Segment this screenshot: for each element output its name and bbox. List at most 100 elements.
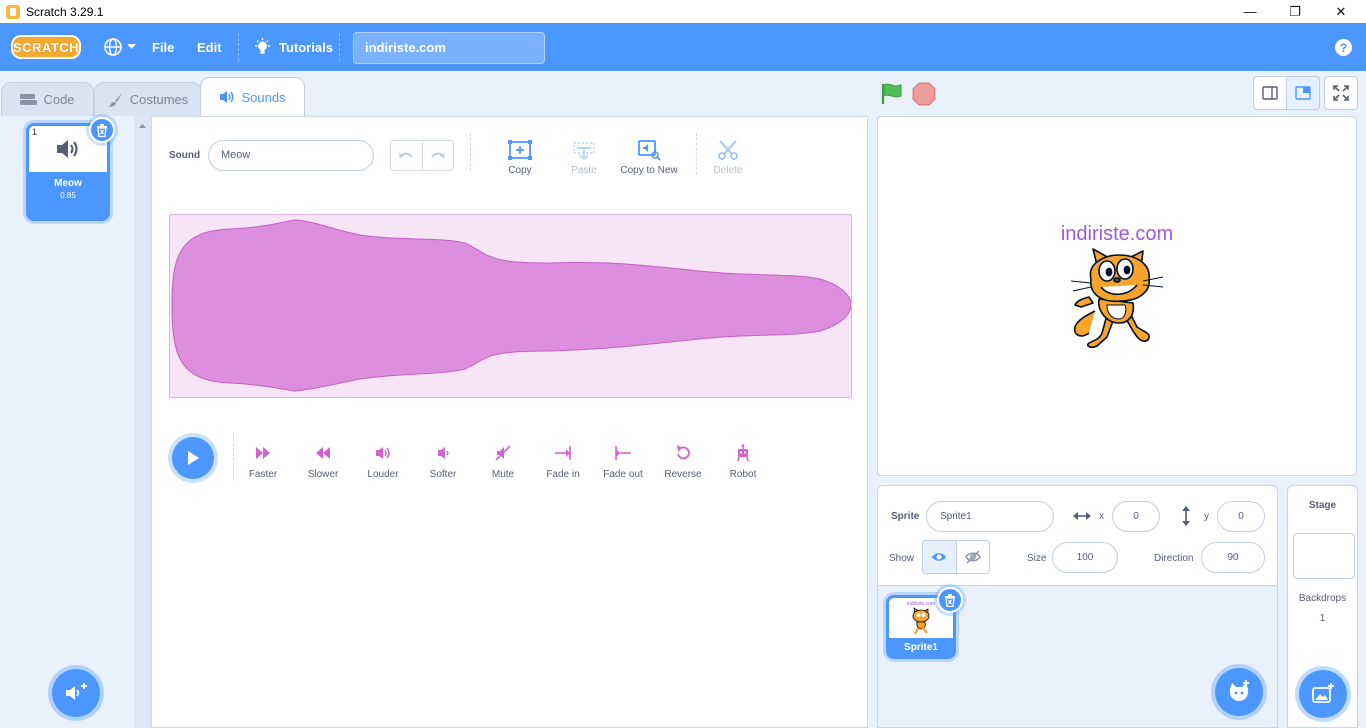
- normal-stage-button[interactable]: [1286, 76, 1320, 110]
- copy-button[interactable]: Copy: [490, 135, 550, 176]
- effect-label: Fade in: [546, 469, 580, 480]
- effect-robot-button[interactable]: Robot: [713, 442, 773, 480]
- sprite-name: Sprite1: [904, 642, 938, 653]
- effect-reverse-button[interactable]: Reverse: [653, 442, 713, 480]
- small-stage-icon: [1262, 86, 1278, 100]
- normal-stage-icon: [1295, 86, 1311, 100]
- fullscreen-icon: [1333, 85, 1349, 101]
- minimize-button[interactable]: —: [1227, 0, 1273, 23]
- tutorials-menu[interactable]: Tutorials: [254, 23, 333, 71]
- effect-mute-button[interactable]: Mute: [473, 442, 533, 480]
- file-menu[interactable]: File: [152, 23, 174, 71]
- trash-icon: [97, 123, 107, 137]
- copy-label: Copy: [508, 165, 532, 176]
- effect-softer-button[interactable]: Softer: [413, 442, 473, 480]
- effect-label: Faster: [248, 469, 278, 480]
- tab-costumes-label: Costumes: [129, 92, 189, 107]
- scratch-cat-sprite[interactable]: [1067, 245, 1167, 349]
- copy-to-new-button[interactable]: Copy to New: [618, 135, 680, 176]
- effect-label: Louder: [367, 469, 399, 480]
- add-sound-button[interactable]: [52, 669, 100, 717]
- language-menu[interactable]: [103, 23, 136, 71]
- redo-button[interactable]: [423, 141, 454, 170]
- choose-backdrop-button[interactable]: [1299, 670, 1347, 718]
- scratch-app-icon: [6, 4, 20, 19]
- effect-label: Robot: [729, 469, 757, 480]
- size-label: Size: [1027, 553, 1047, 564]
- tab-sounds[interactable]: Sounds: [200, 77, 305, 116]
- help-icon[interactable]: ?: [1335, 39, 1352, 56]
- fade-in-icon: [555, 446, 571, 460]
- sound-list-scrollbar[interactable]: [134, 116, 151, 728]
- effect-faster-button[interactable]: Faster: [233, 442, 293, 480]
- stage-target-pane[interactable]: Stage Backdrops 1: [1287, 485, 1358, 728]
- tab-costumes[interactable]: Costumes: [94, 82, 202, 116]
- sound-editor: Sound Meow Copy Paste Copy to New Delete…: [151, 116, 868, 728]
- trash-icon: [945, 593, 955, 607]
- sound-name: Meow: [54, 178, 82, 189]
- copy-to-new-label: Copy to New: [620, 165, 678, 176]
- stage-thumbnail[interactable]: [1293, 533, 1355, 579]
- menu-bar: SCRATCH File Edit Tutorials indiriste.co…: [0, 23, 1366, 71]
- stop-icon[interactable]: [912, 82, 936, 106]
- window-title: Scratch 3.29.1: [26, 4, 104, 19]
- paste-button[interactable]: Paste: [554, 135, 614, 176]
- tab-code[interactable]: Code: [1, 82, 94, 116]
- size-input[interactable]: 100: [1052, 542, 1118, 573]
- hide-button[interactable]: [957, 541, 990, 573]
- project-title-input[interactable]: indiriste.com: [353, 32, 545, 64]
- sound-duration: 0.85: [60, 191, 76, 200]
- toolbar-divider: [470, 133, 471, 171]
- play-sound-button[interactable]: [172, 437, 214, 479]
- paste-label: Paste: [571, 165, 597, 176]
- faster-icon: [256, 447, 270, 459]
- effect-slower-button[interactable]: Slower: [293, 442, 353, 480]
- close-window-button[interactable]: ✕: [1318, 0, 1364, 23]
- edit-menu[interactable]: Edit: [197, 23, 222, 71]
- scratch-logo[interactable]: SCRATCH: [11, 35, 81, 59]
- add-backdrop-icon: [1312, 683, 1334, 703]
- redo-icon: [430, 152, 445, 158]
- undo-icon: [399, 152, 414, 158]
- effect-fade-out-button[interactable]: Fade out: [593, 442, 653, 480]
- backdrops-count: 1: [1319, 613, 1326, 624]
- direction-input[interactable]: 90: [1201, 542, 1265, 573]
- effect-louder-button[interactable]: Louder: [353, 442, 413, 480]
- x-input[interactable]: 0: [1112, 501, 1160, 532]
- add-sound-icon: [66, 683, 87, 700]
- green-flag-icon[interactable]: [879, 81, 905, 107]
- paste-icon: [573, 142, 595, 161]
- sprite-info-panel: Sprite Sprite1 x 0 y 0 Show Size 100 Dir…: [877, 485, 1278, 586]
- sound-list-pane: 1 Meow 0.85: [0, 116, 151, 728]
- scroll-up-arrow-icon[interactable]: [134, 120, 151, 132]
- show-button[interactable]: [923, 541, 957, 573]
- effect-fade-in-button[interactable]: Fade in: [533, 442, 593, 480]
- fade-out-icon: [615, 446, 631, 460]
- sprite-name-input[interactable]: Sprite1: [926, 501, 1054, 532]
- fullscreen-button[interactable]: [1324, 76, 1358, 110]
- effect-label: Fade out: [603, 469, 643, 480]
- copy-icon: [508, 140, 532, 160]
- choose-sprite-button[interactable]: [1215, 668, 1263, 716]
- delete-sprite-button[interactable]: [937, 587, 963, 613]
- waveform-area[interactable]: [169, 214, 852, 398]
- sound-index: 1: [32, 127, 38, 137]
- tutorials-label: Tutorials: [279, 39, 333, 55]
- undo-button[interactable]: [391, 141, 423, 170]
- globe-icon: [104, 38, 122, 56]
- small-stage-button[interactable]: [1253, 76, 1287, 110]
- sprite-thumb-cat-icon: [912, 607, 930, 635]
- sprite-name-label: Sprite: [891, 511, 920, 522]
- delete-button[interactable]: Delete: [698, 135, 758, 176]
- waveform: [171, 219, 852, 392]
- x-label: x: [1099, 511, 1104, 522]
- restore-button[interactable]: ❐: [1272, 0, 1318, 23]
- direction-label: Direction: [1154, 553, 1194, 564]
- stage[interactable]: indiriste.com: [877, 116, 1357, 476]
- reverse-icon: [677, 445, 690, 460]
- window-title-bar: Scratch 3.29.1 — ❐ ✕: [0, 0, 1366, 23]
- delete-sound-button[interactable]: [89, 117, 115, 143]
- sprite-list-pane: indiriste.com Sprite1: [877, 586, 1278, 728]
- y-input[interactable]: 0: [1217, 501, 1265, 532]
- sound-name-input[interactable]: Meow: [208, 140, 374, 171]
